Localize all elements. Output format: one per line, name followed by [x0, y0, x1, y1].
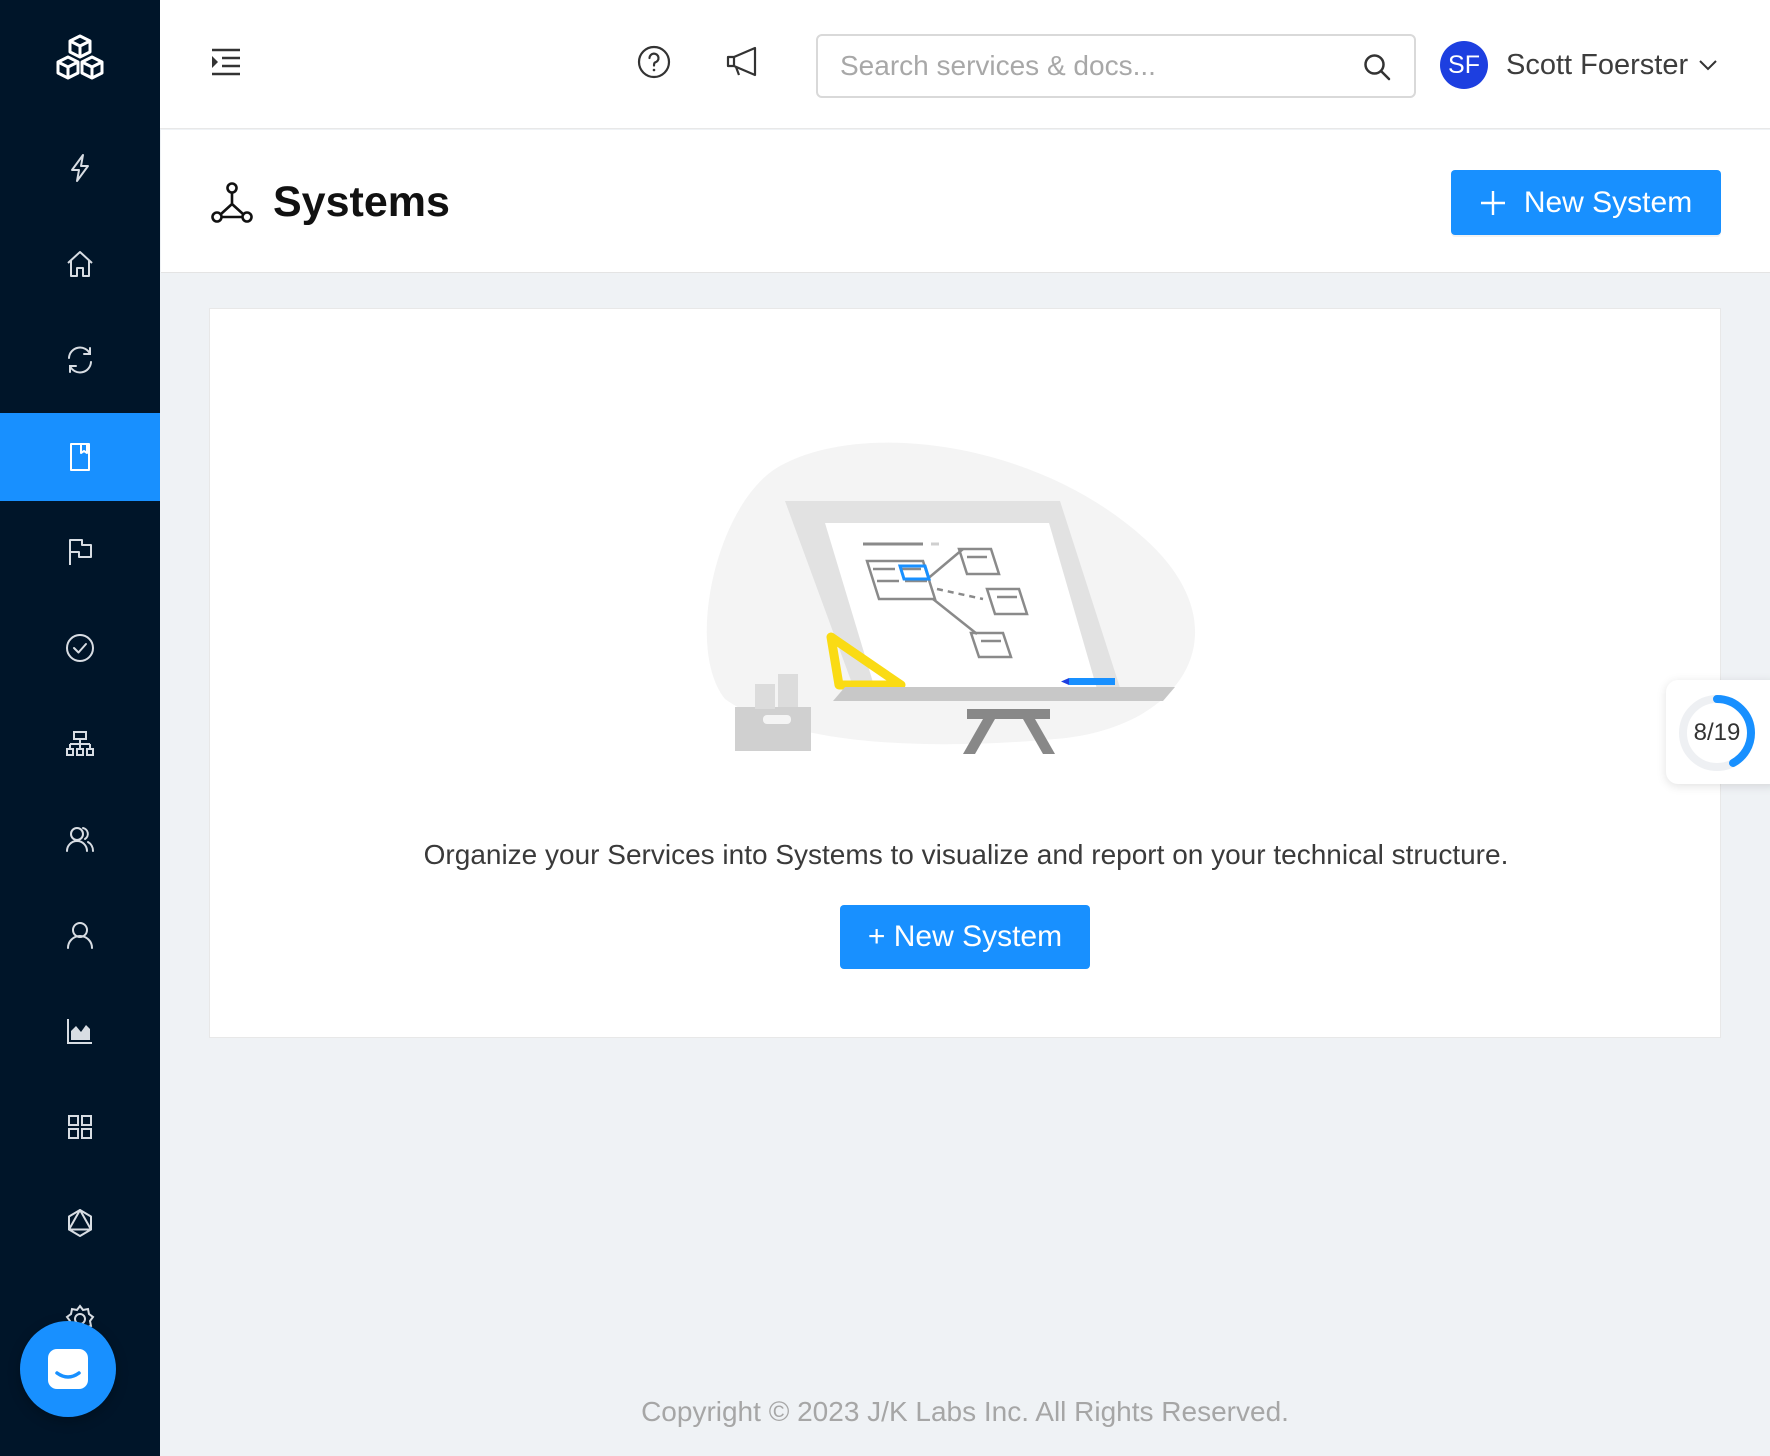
- empty-state-message: Organize your Services into Systems to v…: [423, 839, 1509, 870]
- avatar: SF: [1440, 41, 1488, 89]
- cubes-logo-icon[interactable]: [0, 0, 160, 120]
- search-icon[interactable]: [1362, 52, 1392, 82]
- chat-icon: [48, 1349, 88, 1389]
- graphql-icon: [68, 1209, 92, 1237]
- help-icon[interactable]: [636, 44, 672, 80]
- user-menu[interactable]: SF Scott Foerster: [1440, 40, 1718, 90]
- onboarding-progress-widget[interactable]: 8/19: [1666, 680, 1770, 784]
- check-circle-icon: [66, 634, 94, 662]
- footer-copyright: Copyright © 2023 J/K Labs Inc. All Right…: [641, 1396, 1289, 1427]
- sidebar-item-home[interactable]: [0, 220, 160, 308]
- book-icon: [70, 443, 90, 471]
- progress-label: 8/19: [1693, 719, 1741, 746]
- search-input[interactable]: [840, 36, 1340, 96]
- lightning-icon: [71, 154, 89, 182]
- chat-launcher[interactable]: [20, 1321, 116, 1417]
- plus-icon: [1480, 190, 1505, 215]
- hierarchy-icon: [66, 731, 94, 756]
- search-box: [816, 34, 1416, 98]
- new-system-label: New System: [1523, 185, 1693, 219]
- sidebar-item-teams[interactable]: [0, 795, 160, 883]
- team-icon: [66, 827, 94, 852]
- chevron-down-icon: [1699, 60, 1717, 71]
- sidebar-item-checks[interactable]: [0, 604, 160, 692]
- sync-icon: [68, 346, 92, 374]
- area-chart-icon: [67, 1019, 92, 1044]
- flag-icon: [69, 539, 92, 565]
- new-system-button[interactable]: New System: [1451, 170, 1721, 235]
- sidebar-item-graphql[interactable]: [0, 1179, 160, 1267]
- sidebar: [0, 0, 160, 1456]
- menu-unfold-icon[interactable]: [208, 44, 244, 80]
- sidebar-item-users[interactable]: [0, 891, 160, 979]
- page-title: Systems: [273, 178, 450, 226]
- announcement-icon[interactable]: [724, 44, 760, 80]
- home-icon: [67, 251, 93, 277]
- sidebar-item-flags[interactable]: [0, 508, 160, 596]
- apps-icon: [68, 1115, 92, 1139]
- user-icon: [67, 922, 93, 949]
- page-header: Systems New System: [161, 130, 1770, 273]
- systems-icon: [211, 182, 253, 223]
- sidebar-item-apps[interactable]: [0, 1083, 160, 1171]
- empty-state-card: Organize your Services into Systems to v…: [209, 308, 1721, 1038]
- top-header: SF Scott Foerster: [160, 0, 1770, 129]
- sidebar-item-quickstart[interactable]: [0, 124, 160, 212]
- empty-systems-illustration: [706, 442, 1196, 754]
- sidebar-item-sync[interactable]: [0, 316, 160, 404]
- user-name: Scott Foerster: [1506, 48, 1689, 81]
- sidebar-item-catalog[interactable]: [0, 413, 160, 501]
- sidebar-item-reports[interactable]: [0, 987, 160, 1075]
- empty-new-system-button[interactable]: + New System: [840, 905, 1090, 969]
- sidebar-item-hierarchy[interactable]: [0, 700, 160, 788]
